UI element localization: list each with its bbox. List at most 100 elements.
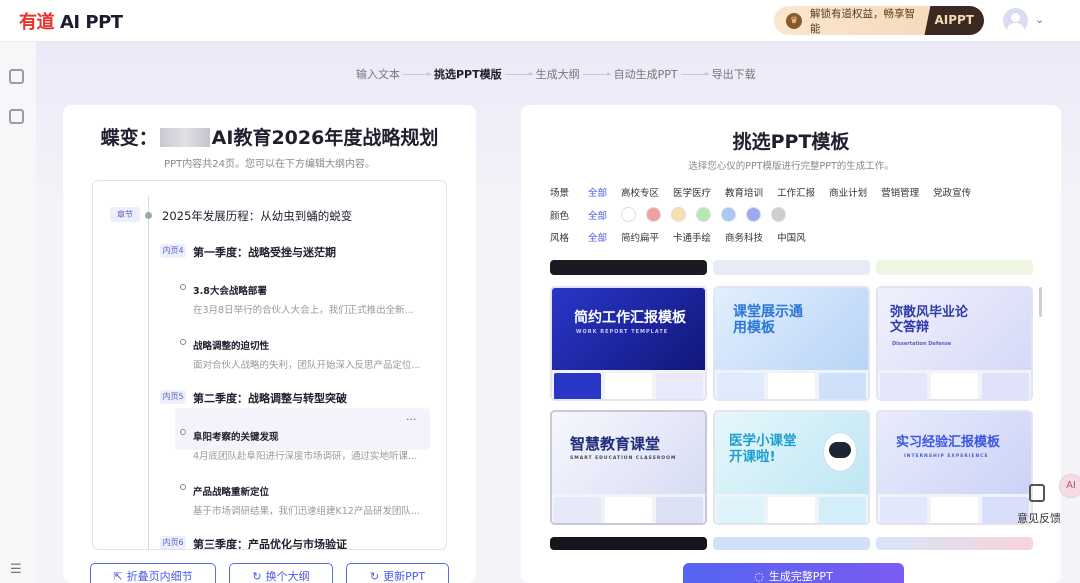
color-swatch[interactable]: [621, 207, 637, 222]
color-swatch[interactable]: [721, 207, 737, 222]
membership-promo-banner[interactable]: ♛ 解锁有道权益，畅享智能 AIPPT: [774, 6, 984, 35]
item-title[interactable]: 阜阳考察的关键发现: [193, 429, 279, 443]
template-subtitle: INTERNSHIP EXPERIENCE: [904, 454, 989, 459]
page-badge: 内页6: [160, 536, 186, 549]
template-card-partial[interactable]: [713, 537, 870, 550]
refresh-icon: ↻: [252, 569, 262, 583]
scene-option[interactable]: 工作汇报: [777, 185, 815, 199]
fold-details-button[interactable]: ⇱ 折叠页内细节: [90, 563, 216, 583]
more-options-icon[interactable]: ···: [406, 413, 417, 426]
outline-subtitle: PPT内容共24页。您可以在下方编辑大纲内容。: [164, 159, 375, 170]
promo-tag: AIPPT: [924, 6, 984, 35]
item-dot: [180, 429, 186, 435]
template-card-partial[interactable]: [550, 260, 707, 275]
list-menu-icon[interactable]: ☰: [10, 562, 22, 577]
template-card[interactable]: 弥散风毕业论文答辩 Dissertation Defense: [876, 286, 1033, 401]
spinner-icon: ◌: [754, 569, 764, 583]
item-dot: [180, 339, 186, 345]
style-label: 风格: [550, 233, 570, 244]
item-title[interactable]: 产品战略重新定位: [193, 484, 269, 498]
template-panel-subtitle: 选择您心仪的PPT模版进行完整PPT的生成工作。: [688, 161, 894, 172]
feedback-icon[interactable]: [1029, 484, 1045, 502]
style-option[interactable]: 商务科技: [725, 230, 763, 244]
template-subtitle: Dissertation Defense: [892, 341, 952, 347]
ai-assistant-avatar[interactable]: AI: [1059, 474, 1080, 498]
item-desc[interactable]: 面对合伙人战略的失利，团队开始深入反思产品定位...: [193, 357, 428, 371]
template-card-partial[interactable]: [876, 260, 1033, 275]
template-card[interactable]: 医学小课堂开课啦!: [713, 410, 870, 525]
scene-option[interactable]: 教育培训: [725, 185, 763, 199]
item-title[interactable]: 3.8大会战略部署: [193, 283, 267, 297]
chapter-dot: [145, 212, 152, 219]
left-sidebar: [0, 42, 36, 583]
refresh-icon: ↻: [369, 569, 380, 583]
chevron-down-icon[interactable]: ⌄: [1035, 13, 1044, 26]
crown-icon: ♛: [786, 12, 802, 29]
step-input-text: 输入文本: [356, 68, 400, 81]
scene-label: 场景: [550, 188, 570, 199]
page-title[interactable]: 第一季度：战略受挫与迷茫期: [193, 244, 336, 260]
style-option[interactable]: 卡通手绘: [673, 230, 711, 244]
template-card[interactable]: 简约工作汇报模板 WORK REPORT TEMPLATE: [550, 286, 707, 401]
page-badge: 内页5: [160, 390, 186, 404]
home-icon[interactable]: [9, 69, 24, 84]
item-desc[interactable]: 基于市场调研结果，我们迅速组建K12产品研发团队...: [193, 503, 428, 517]
scene-option[interactable]: 营销管理: [881, 185, 919, 199]
template-card[interactable]: 智慧教育课堂 SMART EDUCATION CLASSROOM: [550, 410, 707, 525]
template-card-partial[interactable]: [713, 260, 870, 275]
item-desc[interactable]: 4月底团队赴阜阳进行深度市场调研，通过实地听课...: [193, 448, 428, 462]
scene-option[interactable]: 党政宣传: [933, 185, 971, 199]
template-card-partial[interactable]: [550, 537, 707, 550]
template-title: 智慧教育课堂: [570, 435, 661, 453]
feedback-button[interactable]: 意见反馈: [1017, 510, 1061, 526]
color-swatch[interactable]: [671, 207, 687, 222]
item-title[interactable]: 战略调整的迫切性: [193, 338, 269, 352]
color-label: 颜色: [550, 210, 570, 222]
template-card[interactable]: 课堂展示通用模板: [713, 286, 870, 401]
collapse-icon: ⇱: [113, 569, 123, 583]
scene-option[interactable]: 全部: [588, 185, 607, 199]
style-option[interactable]: 简约扁平: [621, 230, 659, 244]
template-card-partial[interactable]: [876, 537, 1033, 550]
progress-steps: 输入文本 挑选PPT模版 生成大纲 自动生成PPT 导出下载: [356, 66, 756, 82]
color-filter: 颜色 全部: [550, 207, 796, 222]
page-badge: 内页4: [160, 244, 186, 258]
template-subtitle: WORK REPORT TEMPLATE: [576, 329, 669, 335]
style-option[interactable]: 中国风: [777, 230, 806, 244]
item-dot: [180, 284, 186, 290]
scene-option[interactable]: 高校专区: [621, 185, 659, 199]
user-avatar[interactable]: [1003, 8, 1028, 33]
step-choose-template: 挑选PPT模版: [434, 68, 502, 81]
update-ppt-button[interactable]: ↻ 更新PPT: [346, 563, 449, 583]
outline-title: 蝶变： AI教育2026年度战略规划: [100, 127, 439, 149]
outline-panel: 蝶变： AI教育2026年度战略规划 PPT内容共24页。您可以在下方编辑大纲内容…: [63, 105, 476, 583]
page-title[interactable]: 第二季度：战略调整与转型突破: [193, 390, 347, 406]
template-panel: 挑选PPT模板 选择您心仪的PPT模版进行完整PPT的生成工作。 场景 全部 高…: [521, 105, 1061, 583]
outline-list[interactable]: 章节 2025年发展历程：从幼虫到蛹的蜕变 内页4 第一季度：战略受挫与迷茫期 …: [92, 180, 447, 550]
generate-full-ppt-button[interactable]: ◌ 生成完整PPT: [683, 563, 904, 583]
scene-option[interactable]: 商业计划: [829, 185, 867, 199]
document-search-icon[interactable]: [9, 109, 24, 124]
template-title: 弥散风毕业论文答辩: [890, 305, 969, 335]
style-option[interactable]: 全部: [588, 230, 607, 244]
template-card[interactable]: 实习经验汇报模板 INTERNSHIP EXPERIENCE: [876, 410, 1033, 525]
color-swatch[interactable]: [746, 207, 762, 222]
style-filter: 风格 全部 简约扁平 卡通手绘 商务科技 中国风: [550, 230, 820, 244]
robot-face-icon: [829, 442, 851, 458]
chapter-title[interactable]: 2025年发展历程：从幼虫到蛹的蜕变: [162, 208, 352, 224]
template-scrollbar[interactable]: [1039, 287, 1042, 317]
template-subtitle: SMART EDUCATION CLASSROOM: [570, 456, 677, 461]
color-option-all[interactable]: 全部: [588, 208, 607, 222]
item-desc[interactable]: 在3月8日举行的合伙人大会上，我们正式推出全新...: [193, 302, 428, 316]
template-title: 医学小课堂开课啦!: [729, 433, 797, 465]
change-outline-button[interactable]: ↻ 换个大纲: [229, 563, 333, 583]
template-panel-title: 挑选PPT模板: [732, 131, 850, 153]
app-logo[interactable]: 有道 AI PPT: [19, 8, 123, 34]
template-grid[interactable]: 简约工作汇报模板 WORK REPORT TEMPLATE 课堂展示通用模板 弥…: [550, 260, 1036, 550]
scene-option[interactable]: 医学医疗: [673, 185, 711, 199]
step-auto-generate: 自动生成PPT: [613, 68, 678, 81]
color-swatch[interactable]: [771, 207, 787, 222]
color-swatch[interactable]: [646, 207, 662, 222]
color-swatch[interactable]: [696, 207, 712, 222]
page-title[interactable]: 第三季度：产品优化与市场验证: [193, 536, 347, 549]
